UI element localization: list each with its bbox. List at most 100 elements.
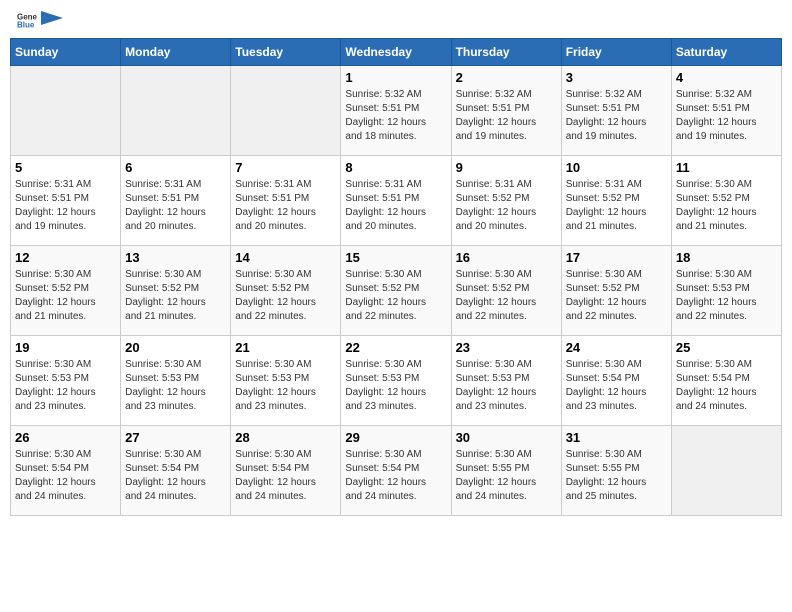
day-number: 27	[125, 430, 226, 445]
calendar-week-row: 1Sunrise: 5:32 AM Sunset: 5:51 PM Daylig…	[11, 66, 782, 156]
day-number: 7	[235, 160, 336, 175]
day-info: Sunrise: 5:30 AM Sunset: 5:52 PM Dayligh…	[345, 268, 446, 324]
day-number: 24	[566, 340, 667, 355]
day-number: 11	[676, 160, 777, 175]
calendar-week-row: 19 Sunrise: 5:30 AM Sunset: 5:53 PM Dayli…	[11, 336, 782, 426]
calendar-cell: 22 Sunrise: 5:30 AM Sunset: 5:53 PM Dayli…	[341, 336, 451, 426]
day-number: 9	[456, 160, 557, 175]
day-info: Sunrise: 5:30 AM Sunset: 5:55 PM Dayligh…	[566, 448, 667, 504]
day-info: Sunrise: 5:30 AM Sunset: 5:55 PM Dayligh…	[456, 448, 557, 504]
calendar-cell: 26 Sunrise: 5:30 AM Sunset: 5:54 PM Dayli…	[11, 426, 121, 516]
calendar-cell	[121, 66, 231, 156]
calendar-cell: 17 Sunrise: 5:30 AM Sunset: 5:52 PM Dayli…	[561, 246, 671, 336]
calendar-cell	[231, 66, 341, 156]
calendar-table: SundayMondayTuesdayWednesdayThursdayFrid…	[10, 38, 782, 516]
weekday-header-monday: Monday	[121, 39, 231, 66]
weekday-header-sunday: Sunday	[11, 39, 121, 66]
day-number: 25	[676, 340, 777, 355]
page-header: General Blue	[10, 10, 782, 30]
day-number: 31	[566, 430, 667, 445]
weekday-header-saturday: Saturday	[671, 39, 781, 66]
day-number: 16	[456, 250, 557, 265]
calendar-cell: 21 Sunrise: 5:30 AM Sunset: 5:53 PM Dayli…	[231, 336, 341, 426]
day-info: Sunrise: 5:32 AM Sunset: 5:51 PM Dayligh…	[676, 88, 777, 144]
day-number: 12	[15, 250, 116, 265]
calendar-cell: 29 Sunrise: 5:30 AM Sunset: 5:54 PM Dayli…	[341, 426, 451, 516]
day-info: Sunrise: 5:30 AM Sunset: 5:53 PM Dayligh…	[456, 358, 557, 414]
calendar-cell: 13Sunrise: 5:30 AM Sunset: 5:52 PM Dayli…	[121, 246, 231, 336]
calendar-cell: 9 Sunrise: 5:31 AM Sunset: 5:52 PM Daylig…	[451, 156, 561, 246]
calendar-cell: 15 Sunrise: 5:30 AM Sunset: 5:52 PM Dayli…	[341, 246, 451, 336]
day-info: Sunrise: 5:31 AM Sunset: 5:51 PM Dayligh…	[235, 178, 336, 234]
day-number: 26	[15, 430, 116, 445]
day-number: 6	[125, 160, 226, 175]
logo-arrow-icon	[41, 7, 63, 29]
calendar-cell: 24 Sunrise: 5:30 AM Sunset: 5:54 PM Dayli…	[561, 336, 671, 426]
day-info: Sunrise: 5:30 AM Sunset: 5:53 PM Dayligh…	[15, 358, 116, 414]
day-number: 13	[125, 250, 226, 265]
day-number: 8	[345, 160, 446, 175]
calendar-cell: 6 Sunrise: 5:31 AM Sunset: 5:51 PM Daylig…	[121, 156, 231, 246]
weekday-header-tuesday: Tuesday	[231, 39, 341, 66]
day-info: Sunrise: 5:30 AM Sunset: 5:54 PM Dayligh…	[676, 358, 777, 414]
day-info: Sunrise: 5:30 AM Sunset: 5:52 PM Dayligh…	[566, 268, 667, 324]
day-info: Sunrise: 5:31 AM Sunset: 5:52 PM Dayligh…	[456, 178, 557, 234]
calendar-cell: 10 Sunrise: 5:31 AM Sunset: 5:52 PM Dayli…	[561, 156, 671, 246]
calendar-cell: 16 Sunrise: 5:30 AM Sunset: 5:52 PM Dayli…	[451, 246, 561, 336]
day-number: 21	[235, 340, 336, 355]
calendar-cell: 2 Sunrise: 5:32 AM Sunset: 5:51 PM Daylig…	[451, 66, 561, 156]
day-info: Sunrise: 5:30 AM Sunset: 5:54 PM Dayligh…	[15, 448, 116, 504]
calendar-cell: 11 Sunrise: 5:30 AM Sunset: 5:52 PM Dayli…	[671, 156, 781, 246]
calendar-cell: 12 Sunrise: 5:30 AM Sunset: 5:52 PM Dayli…	[11, 246, 121, 336]
day-number: 14	[235, 250, 336, 265]
calendar-cell: 25 Sunrise: 5:30 AM Sunset: 5:54 PM Dayli…	[671, 336, 781, 426]
calendar-cell: 31 Sunrise: 5:30 AM Sunset: 5:55 PM Dayli…	[561, 426, 671, 516]
day-info: Sunrise: 5:30 AM Sunset: 5:53 PM Dayligh…	[235, 358, 336, 414]
weekday-header-thursday: Thursday	[451, 39, 561, 66]
day-number: 19	[15, 340, 116, 355]
day-number: 17	[566, 250, 667, 265]
weekday-header-wednesday: Wednesday	[341, 39, 451, 66]
day-number: 5	[15, 160, 116, 175]
calendar-week-row: 12 Sunrise: 5:30 AM Sunset: 5:52 PM Dayli…	[11, 246, 782, 336]
day-info: Sunrise: 5:30 AM Sunset: 5:52 PM Dayligh…	[15, 268, 116, 324]
calendar-cell: 27Sunrise: 5:30 AM Sunset: 5:54 PM Dayli…	[121, 426, 231, 516]
day-info: Sunrise: 5:30 AM Sunset: 5:54 PM Dayligh…	[235, 448, 336, 504]
day-number: 20	[125, 340, 226, 355]
day-info: Sunrise: 5:31 AM Sunset: 5:52 PM Dayligh…	[566, 178, 667, 234]
day-info: Sunrise: 5:30 AM Sunset: 5:52 PM Dayligh…	[456, 268, 557, 324]
day-number: 22	[345, 340, 446, 355]
day-number: 23	[456, 340, 557, 355]
day-info: Sunrise: 5:32 AM Sunset: 5:51 PM Dayligh…	[456, 88, 557, 144]
day-info: Sunrise: 5:31 AM Sunset: 5:51 PM Dayligh…	[125, 178, 226, 234]
calendar-cell: 20Sunrise: 5:30 AM Sunset: 5:53 PM Dayli…	[121, 336, 231, 426]
calendar-cell: 7 Sunrise: 5:31 AM Sunset: 5:51 PM Daylig…	[231, 156, 341, 246]
day-info: Sunrise: 5:32 AM Sunset: 5:51 PM Dayligh…	[345, 88, 446, 144]
day-info: Sunrise: 5:30 AM Sunset: 5:54 PM Dayligh…	[566, 358, 667, 414]
calendar-cell: 5 Sunrise: 5:31 AM Sunset: 5:51 PM Daylig…	[11, 156, 121, 246]
day-number: 29	[345, 430, 446, 445]
day-info: Sunrise: 5:31 AM Sunset: 5:51 PM Dayligh…	[15, 178, 116, 234]
day-number: 2	[456, 70, 557, 85]
calendar-cell	[11, 66, 121, 156]
calendar-cell: 3Sunrise: 5:32 AM Sunset: 5:51 PM Daylig…	[561, 66, 671, 156]
day-info: Sunrise: 5:30 AM Sunset: 5:52 PM Dayligh…	[676, 178, 777, 234]
day-info: Sunrise: 5:30 AM Sunset: 5:53 PM Dayligh…	[345, 358, 446, 414]
day-info: Sunrise: 5:30 AM Sunset: 5:54 PM Dayligh…	[345, 448, 446, 504]
calendar-cell: 23 Sunrise: 5:30 AM Sunset: 5:53 PM Dayli…	[451, 336, 561, 426]
day-info: Sunrise: 5:30 AM Sunset: 5:52 PM Dayligh…	[235, 268, 336, 324]
calendar-body: 1Sunrise: 5:32 AM Sunset: 5:51 PM Daylig…	[11, 66, 782, 516]
logo-icon: General Blue	[17, 10, 37, 30]
day-number: 10	[566, 160, 667, 175]
svg-text:Blue: Blue	[17, 20, 35, 29]
calendar-cell: 28Sunrise: 5:30 AM Sunset: 5:54 PM Dayli…	[231, 426, 341, 516]
weekday-header-friday: Friday	[561, 39, 671, 66]
calendar-week-row: 26 Sunrise: 5:30 AM Sunset: 5:54 PM Dayli…	[11, 426, 782, 516]
day-number: 15	[345, 250, 446, 265]
day-number: 30	[456, 430, 557, 445]
calendar-cell: 14 Sunrise: 5:30 AM Sunset: 5:52 PM Dayli…	[231, 246, 341, 336]
day-number: 4	[676, 70, 777, 85]
day-number: 18	[676, 250, 777, 265]
day-info: Sunrise: 5:31 AM Sunset: 5:51 PM Dayligh…	[345, 178, 446, 234]
day-info: Sunrise: 5:32 AM Sunset: 5:51 PM Dayligh…	[566, 88, 667, 144]
